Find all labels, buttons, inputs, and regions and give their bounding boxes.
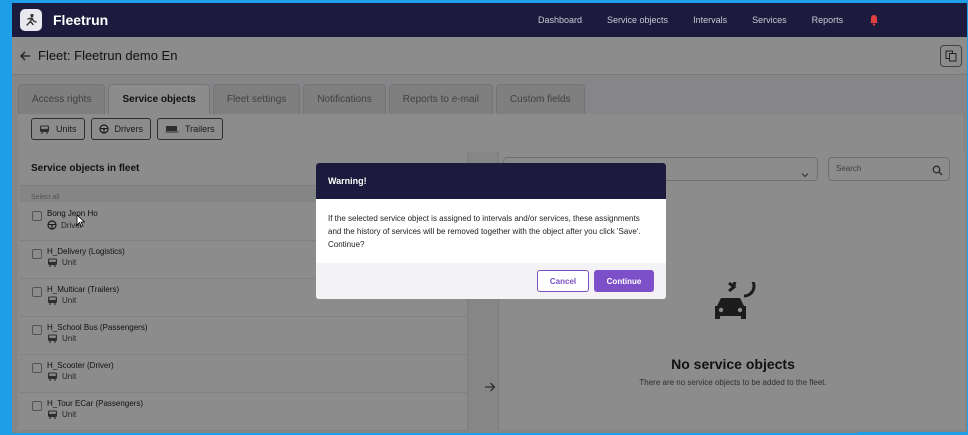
top-navbar: Fleetrun Dashboard Service objects Inter… bbox=[12, 3, 967, 37]
nav-dashboard[interactable]: Dashboard bbox=[538, 15, 582, 25]
mouse-cursor-icon bbox=[76, 214, 86, 232]
dialog-message: If the selected service object is assign… bbox=[328, 214, 641, 249]
nav-service-objects[interactable]: Service objects bbox=[607, 15, 668, 25]
runner-logo-icon[interactable] bbox=[20, 9, 42, 31]
cancel-button[interactable]: Cancel bbox=[537, 270, 589, 292]
app-title: Fleetrun bbox=[53, 12, 109, 28]
dialog-title: Warning! bbox=[316, 163, 666, 199]
bell-icon[interactable] bbox=[868, 13, 880, 27]
nav-reports[interactable]: Reports bbox=[812, 15, 844, 25]
nav-intervals[interactable]: Intervals bbox=[693, 15, 727, 25]
main-nav: Dashboard Service objects Intervals Serv… bbox=[538, 3, 880, 37]
continue-button[interactable]: Continue bbox=[594, 270, 654, 292]
dialog-footer: Cancel Continue bbox=[316, 263, 666, 299]
warning-dialog: Warning! If the selected service object … bbox=[316, 163, 666, 299]
nav-services[interactable]: Services bbox=[752, 15, 787, 25]
